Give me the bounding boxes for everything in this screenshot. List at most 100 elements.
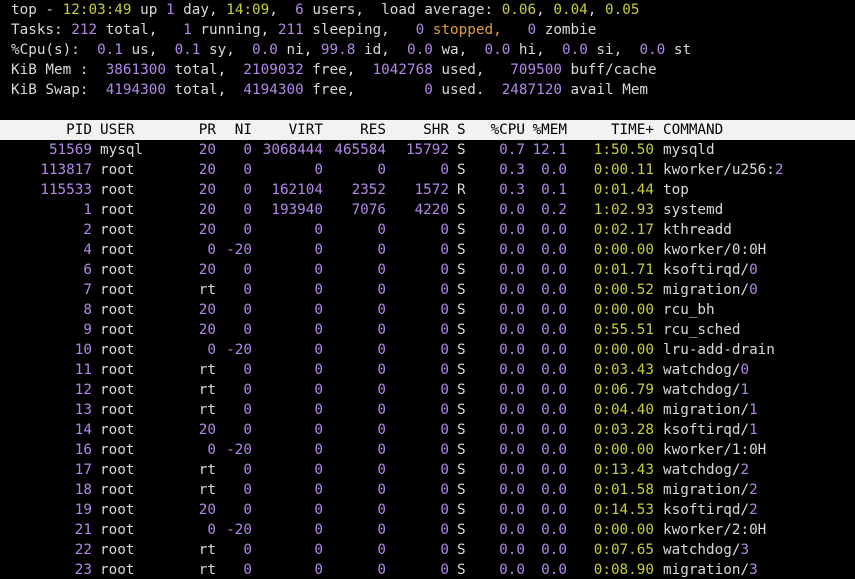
cell-virt: 0 [314,382,323,398]
cell-time: 0:00.52 [593,282,654,298]
cell-ni: 0 [243,322,252,338]
cell-res: 0 [377,162,386,178]
column-header-ni[interactable]: NI [216,120,252,140]
cell-virt: 0 [314,282,323,298]
cell-virt: 0 [314,162,323,178]
cell-command: migration/1 [654,400,758,420]
cell-pr: rt [198,402,216,418]
cell-pid: 17 [74,462,92,478]
column-header-shr[interactable]: SHR [386,120,449,140]
label: used, [432,62,511,78]
cell-res: 0 [377,482,386,498]
cell-time: 0:06.79 [593,382,654,398]
cell-user: root [100,382,135,398]
process-row[interactable]: 16 root 0 -20 0 0 0 S 0.0 0.0 0:00.00 kworker/1:0H [0,440,855,460]
process-row[interactable]: 19 root 20 0 0 0 0 S 0.0 0.0 0:14.53 ksoftirqd/2 [0,500,855,520]
cell-ni: 0 [243,502,252,518]
process-row[interactable]: 7 root rt 0 0 0 0 S 0.0 0.0 0:00.52 migration/0 [0,280,855,300]
cell-cpu: 0.0 [499,382,525,398]
process-row[interactable]: 12 root rt 0 0 0 0 S 0.0 0.0 0:06.79 watchdog/1 [0,380,855,400]
uptime-line: top - 12:03:49 up 1 day, 14:09, 6 users,… [11,0,855,20]
cell-time: 0:01.44 [593,182,654,198]
process-row[interactable]: 4 root 0 -20 0 0 0 S 0.0 0.0 0:00.00 kworker/0:0H [0,240,855,260]
process-row[interactable]: 9 root 20 0 0 0 0 S 0.0 0.0 0:55.51 rcu_sched [0,320,855,340]
label: us, [122,42,175,58]
column-header-time[interactable]: TIME+ [567,120,654,140]
cell-virt: 0 [314,302,323,318]
cell-pr: rt [198,382,216,398]
cell-mem: 0.1 [541,182,567,198]
cell-user: root [100,422,135,438]
load-1: 0.06 [501,2,537,18]
cell-pid: 4 [83,242,92,258]
label: free, [303,62,373,78]
column-header-mem[interactable]: %MEM [525,120,567,140]
cell-cpu: 0.0 [499,362,525,378]
label: total, [165,62,244,78]
process-row[interactable]: 6 root 20 0 0 0 0 S 0.0 0.0 0:01.71 ksoftirqd/0 [0,260,855,280]
command-name: ksoftirqd/ [663,422,750,438]
process-row[interactable]: 17 root rt 0 0 0 0 S 0.0 0.0 0:13.43 watchdog/2 [0,460,855,480]
terminal-window[interactable]: top - 12:03:49 up 1 day, 14:09, 6 users,… [0,0,855,579]
process-row[interactable]: 21 root 0 -20 0 0 0 S 0.0 0.0 0:00.00 kworker/2:0H [0,520,855,540]
sep: , [269,2,296,18]
column-header-virt[interactable]: VIRT [252,120,323,140]
cell-ni: 0 [243,422,252,438]
process-row[interactable]: 10 root 0 -20 0 0 0 S 0.0 0.0 0:00.00 lru-add-drain [0,340,855,360]
cell-time: 0:07.65 [593,542,654,558]
process-row[interactable]: 51569 mysql 20 0 3068444 465584 15792 S 0.7 12.1 1… [0,140,855,160]
column-header-cpu[interactable]: %CPU [475,120,525,140]
cell-user: root [100,162,135,178]
cpu-hi: 0.0 [484,42,511,58]
cell-res: 0 [377,362,386,378]
column-header-user[interactable]: USER [92,120,188,140]
swap-label: KiB Swap: [11,82,106,98]
tasks-line: Tasks: 212 total, 1 running, 211 sleepin… [11,20,855,40]
process-row[interactable]: 22 root rt 0 0 0 0 S 0.0 0.0 0:07.65 watchdog/3 [0,540,855,560]
process-row[interactable]: 23 root rt 0 0 0 0 S 0.0 0.0 0:08.90 migration/3 [0,560,855,579]
process-table-body: 51569 mysql 20 0 3068444 465584 15792 S 0.7 12.1 1… [0,140,855,579]
column-header-res[interactable]: RES [323,120,386,140]
cell-s: S [457,322,466,338]
label: avail Mem [561,82,649,98]
uptime-days: 1 [165,2,175,18]
process-row[interactable]: 11 root rt 0 0 0 0 S 0.0 0.0 0:03.43 watchdog/0 [0,360,855,380]
cell-pr: rt [198,462,216,478]
process-row[interactable]: 1 root 20 0 193940 7076 4220 S 0.0 0.2 1:02.93 syst… [0,200,855,220]
command-name: ksoftirqd/ [663,502,750,518]
cpu-label: %Cpu(s): [11,42,98,58]
cell-mem: 0.0 [541,362,567,378]
cell-shr: 0 [440,322,449,338]
cpu-us: 0.1 [97,42,123,58]
label: hi, [510,42,562,58]
column-header-pr[interactable]: PR [188,120,216,140]
label: total, [165,82,244,98]
process-row[interactable]: 113817 root 20 0 0 0 0 S 0.3 0.0 0:00.11 kworker/u2… [0,160,855,180]
command-name: watchdog/ [663,542,741,558]
process-row[interactable]: 2 root 20 0 0 0 0 S 0.0 0.0 0:02.17 kthreadd [0,220,855,240]
column-header-pid[interactable]: PID [11,120,92,140]
process-row[interactable]: 8 root 20 0 0 0 0 S 0.0 0.0 0:00.00 rcu_bh [0,300,855,320]
process-row[interactable]: 14 root 20 0 0 0 0 S 0.0 0.0 0:03.28 ksoftirqd/1 [0,420,855,440]
cell-time: 1:02.93 [593,202,654,218]
process-row[interactable]: 13 root rt 0 0 0 0 S 0.0 0.0 0:04.40 migration/1 [0,400,855,420]
cell-user: root [100,442,135,458]
swap-used: 0 [424,82,433,98]
cell-shr: 0 [440,522,449,538]
cell-pid: 21 [74,522,92,538]
column-header-cmd[interactable]: COMMAND [654,120,723,140]
cell-user: root [100,562,135,578]
swap-total: 4194300 [105,82,166,98]
cell-cpu: 0.0 [499,322,525,338]
cell-ni: 0 [243,162,252,178]
command-name: kthreadd [663,222,732,238]
top-label: top - [11,2,63,18]
process-row[interactable]: 18 root rt 0 0 0 0 S 0.0 0.0 0:01.58 migration/2 [0,480,855,500]
cell-command: top [654,180,689,200]
column-header-s[interactable]: S [449,120,475,140]
cell-pid: 22 [74,542,92,558]
tasks-stopped: 0 [415,22,425,38]
process-row[interactable]: 115533 root 20 0 162104 2352 1572 R 0.3 0.1 0:01.4… [0,180,855,200]
command-name: migration/ [663,482,750,498]
cell-s: S [457,262,466,278]
